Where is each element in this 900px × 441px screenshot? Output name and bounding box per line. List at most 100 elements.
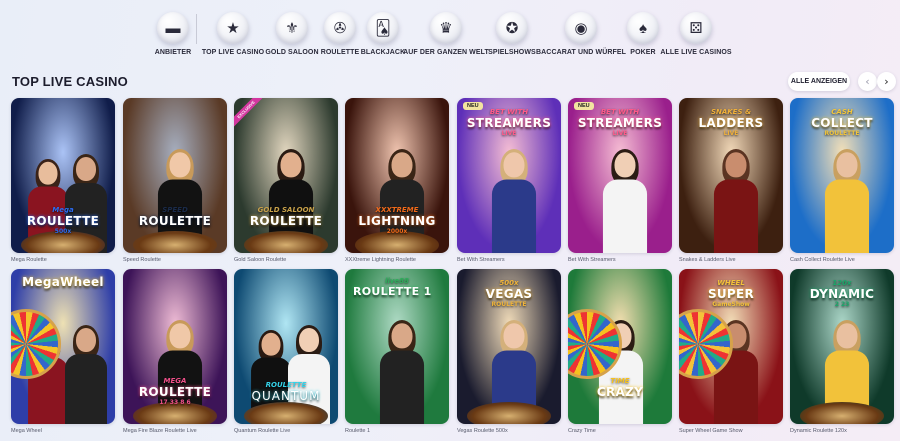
dealer-figure <box>601 149 649 253</box>
category-poker[interactable]: ♠ POKER <box>627 12 659 56</box>
game-name[interactable]: Mega Fire Blaze Roulette Live <box>123 428 227 434</box>
game-logo-subtitle: 500x <box>499 279 519 287</box>
game-thumbnail[interactable]: MEGA ROULETTE 17 33 8 6 <box>123 269 227 424</box>
category-label: BACCARAT UND WÜRFEL <box>535 49 627 56</box>
category-label: ALLE LIVE CASINOS <box>660 49 732 56</box>
category-label: SPIELSHOWS <box>488 49 536 56</box>
game-card[interactable]: MEGA ROULETTE 17 33 8 6 Mega Fire Blaze Rou… <box>123 269 227 434</box>
game-thumbnail[interactable]: WHEEL SUPER GameShow <box>679 269 783 424</box>
game-card[interactable]: NEU BET WITH STREAMERS LIVE Bet With Streame… <box>457 98 561 263</box>
game-thumbnail[interactable]: SNAKES & LADDERS LIVE <box>679 98 783 253</box>
game-thumbnail[interactable]: NEU BET WITH STREAMERS LIVE <box>457 98 561 253</box>
category-auf-der-ganzen-welt[interactable]: ♛ AUF DER GANZEN WELT <box>403 12 489 56</box>
category-label: BLACKJACK <box>360 49 406 56</box>
game-logo: GOLD SALOON ROULETTE <box>234 206 338 228</box>
category-spielshows[interactable]: ✪ SPIELSHOWS <box>488 12 536 56</box>
game-thumbnail[interactable]: XXXTREME LIGHTNING 2000x <box>345 98 449 253</box>
game-logo-title: VEGAS <box>485 287 533 301</box>
show-all-button[interactable]: ALLE ANZEIGEN <box>788 72 850 91</box>
game-name[interactable]: Quantum Roulette Live <box>234 428 338 434</box>
game-logo-title: ROULETTE 1 <box>353 285 432 298</box>
game-name[interactable]: Mega Wheel <box>11 428 115 434</box>
game-name[interactable]: Super Wheel Game Show <box>679 428 783 434</box>
game-logo: ROULETTE QUANTUM <box>234 381 338 403</box>
game-name[interactable]: Snakes & Ladders Live <box>679 257 783 263</box>
game-logo-extra: LIVE <box>501 130 517 137</box>
game-name[interactable]: Speed Roulette <box>123 257 227 263</box>
game-logo-title: SUPER <box>707 287 755 301</box>
game-card[interactable]: XXXTREME LIGHTNING 2000x XXXtreme Lightning… <box>345 98 449 263</box>
game-card[interactable]: SPEED ROULETTE Speed Roulette <box>123 98 227 263</box>
category-blackjack[interactable]: 🂡 BLACKJACK <box>360 12 406 56</box>
game-name[interactable]: Cash Collect Roulette Live <box>790 257 894 263</box>
game-card[interactable]: SNAKES & LADDERS LIVE Snakes & Ladders Live <box>679 98 783 263</box>
game-thumbnail[interactable]: 120x DYNAMIC 2 23 <box>790 269 894 424</box>
category-label: POKER <box>630 49 656 56</box>
game-thumbnail[interactable]: TIME CRAZY <box>568 269 672 424</box>
game-name[interactable]: Vegas Roulette 500x <box>457 428 561 434</box>
game-logo-title: MegaWheel <box>22 275 104 289</box>
globe-trophy-icon: ♛ <box>430 12 462 44</box>
roulette-table <box>244 402 328 424</box>
category-divider <box>196 14 197 44</box>
game-logo-title: STREAMERS <box>466 116 552 130</box>
roulette-table <box>467 402 551 424</box>
game-card[interactable]: CASH COLLECT ROULETTE Cash Collect Roulette… <box>790 98 894 263</box>
game-card[interactable]: TIME CRAZY Crazy Time <box>568 269 672 434</box>
game-logo: 500x VEGAS ROULETTE <box>457 279 561 308</box>
game-name[interactable]: Bet With Streamers <box>457 257 561 263</box>
game-card[interactable]: EXCLUSIVE GOLD SALOON ROULETTE Gold Saloon … <box>234 98 338 263</box>
provider-folder-icon: ▬ <box>157 12 189 44</box>
game-thumbnail[interactable]: EXCLUSIVE GOLD SALOON ROULETTE <box>234 98 338 253</box>
game-logo-title: LIGHTNING <box>358 214 436 228</box>
game-logo-extra: LIVE <box>723 130 739 137</box>
game-card[interactable]: 500x VEGAS ROULETTE Vegas Roulette 500x <box>457 269 561 434</box>
game-logo-subtitle: GOLD SALOON <box>257 206 315 214</box>
game-thumbnail[interactable]: MegaWheel <box>11 269 115 424</box>
dealer-figure <box>378 320 426 424</box>
game-thumbnail[interactable]: SPEED ROULETTE <box>123 98 227 253</box>
game-card[interactable]: MegaWheel Mega Wheel <box>11 269 115 434</box>
category-label: TOP LIVE CASINO <box>201 49 265 56</box>
category-alle-live-casinos[interactable]: ⚄ ALLE LIVE CASINOS <box>660 12 732 56</box>
game-card[interactable]: 120x DYNAMIC 2 23 Dynamic Roulette 120x <box>790 269 894 434</box>
game-thumbnail[interactable]: ROULETTE QUANTUM <box>234 269 338 424</box>
game-thumbnail[interactable]: 500x VEGAS ROULETTE <box>457 269 561 424</box>
game-name[interactable]: Roulette 1 <box>345 428 449 434</box>
game-logo-subtitle: WHEEL <box>717 279 745 287</box>
game-thumbnail[interactable]: live88 ROULETTE 1 <box>345 269 449 424</box>
game-logo-subtitle: SPEED <box>162 206 188 214</box>
category-top-live-casino[interactable]: ★ TOP LIVE CASINO <box>201 12 265 56</box>
game-name[interactable]: Gold Saloon Roulette <box>234 257 338 263</box>
category-gold-saloon[interactable]: ⚜ GOLD SALOON <box>265 12 319 56</box>
game-card[interactable]: NEU BET WITH STREAMERS LIVE Bet With Streame… <box>568 98 672 263</box>
game-name[interactable]: Dynamic Roulette 120x <box>790 428 894 434</box>
game-logo: MEGA ROULETTE 17 33 8 6 <box>123 377 227 406</box>
game-logo-title: ROULETTE <box>26 214 100 228</box>
game-logo-subtitle: ROULETTE <box>265 381 307 389</box>
game-logo-subtitle: live88 <box>385 277 409 285</box>
game-name[interactable]: XXXtreme Lightning Roulette <box>345 257 449 263</box>
game-card[interactable]: Mega ROULETTE 500x Mega Roulette <box>11 98 115 263</box>
game-card[interactable]: live88 ROULETTE 1 Roulette 1 <box>345 269 449 434</box>
game-name[interactable]: Bet With Streamers <box>568 257 672 263</box>
category-nav: ▬ ANBIETER ★ TOP LIVE CASINO ⚜ GOLD SALOON ✇ RO… <box>155 12 734 62</box>
game-name[interactable]: Crazy Time <box>568 428 672 434</box>
game-card[interactable]: WHEEL SUPER GameShow Super Wheel Game Show <box>679 269 783 434</box>
game-name[interactable]: Mega Roulette <box>11 257 115 263</box>
game-thumbnail[interactable]: Mega ROULETTE 500x <box>11 98 115 253</box>
game-logo: SPEED ROULETTE <box>123 206 227 228</box>
game-thumbnail[interactable]: NEU BET WITH STREAMERS LIVE <box>568 98 672 253</box>
game-logo-title: ROULETTE <box>249 214 323 228</box>
game-card[interactable]: ROULETTE QUANTUM Quantum Roulette Live <box>234 269 338 434</box>
dealer-figure <box>490 149 538 253</box>
game-logo-extra: 500x <box>54 228 72 235</box>
chevron-right-icon[interactable]: › <box>877 72 896 91</box>
chevron-left-icon[interactable]: ‹ <box>858 72 877 91</box>
dealer-figure <box>823 149 871 253</box>
category-baccarat-und-würfel[interactable]: ◉ BACCARAT UND WÜRFEL <box>536 12 626 56</box>
category-roulette[interactable]: ✇ ROULETTE <box>321 12 359 56</box>
category-anbieter[interactable]: ▬ ANBIETER <box>155 12 191 56</box>
game-thumbnail[interactable]: CASH COLLECT ROULETTE <box>790 98 894 253</box>
game-logo-title: CRAZY <box>596 385 644 399</box>
